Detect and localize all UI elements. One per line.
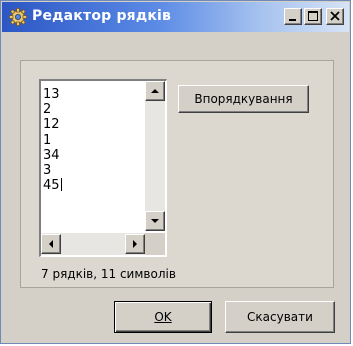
close-button[interactable] (326, 8, 344, 25)
cancel-button-label: Скасувати (247, 310, 313, 324)
editor-line: 2 (43, 102, 52, 118)
ok-button[interactable]: ОK (114, 301, 212, 333)
horizontal-scrollbar[interactable] (41, 233, 145, 255)
editor-lines: 13 2 12 1 34 3 45 (43, 87, 62, 193)
scroll-down-button[interactable] (145, 211, 165, 231)
editor-line: 1 (43, 132, 52, 148)
editor-line: 3 (43, 162, 52, 178)
arrow-right-icon (133, 240, 137, 248)
window-title: Редактор рядків (32, 8, 172, 24)
title-bar[interactable]: Редактор рядків (2, 2, 349, 32)
sort-button-label: Впорядкування (194, 92, 293, 106)
scroll-up-button[interactable] (145, 81, 165, 101)
scroll-left-button[interactable] (41, 234, 61, 254)
arrow-left-icon (49, 240, 53, 248)
minimize-button[interactable] (284, 8, 302, 25)
cancel-button[interactable]: Скасувати (225, 301, 335, 333)
maximize-icon (308, 11, 318, 21)
sort-button[interactable]: Впорядкування (178, 85, 309, 113)
ok-button-label: ОK (154, 310, 172, 324)
editor-line: 12 (43, 117, 60, 133)
close-icon (330, 11, 340, 21)
editor-line: 45 (43, 178, 60, 194)
text-caret (60, 178, 62, 192)
maximize-button[interactable] (304, 8, 322, 25)
dialog-window: Редактор рядків 13 2 12 1 34 3 45 Впоряд… (0, 0, 351, 344)
scrollbar-corner (145, 233, 165, 255)
arrow-up-icon (151, 89, 159, 93)
arrow-down-icon (151, 219, 159, 223)
editor-line-last: 45 (43, 178, 62, 193)
editor-line: 34 (43, 147, 60, 163)
scroll-right-button[interactable] (125, 234, 145, 254)
gear-icon (8, 7, 28, 27)
minimize-icon (289, 19, 296, 21)
vertical-scrollbar[interactable] (145, 81, 165, 231)
editor-line: 13 (43, 87, 60, 102)
status-text: 7 рядків, 11 символів (41, 267, 176, 281)
